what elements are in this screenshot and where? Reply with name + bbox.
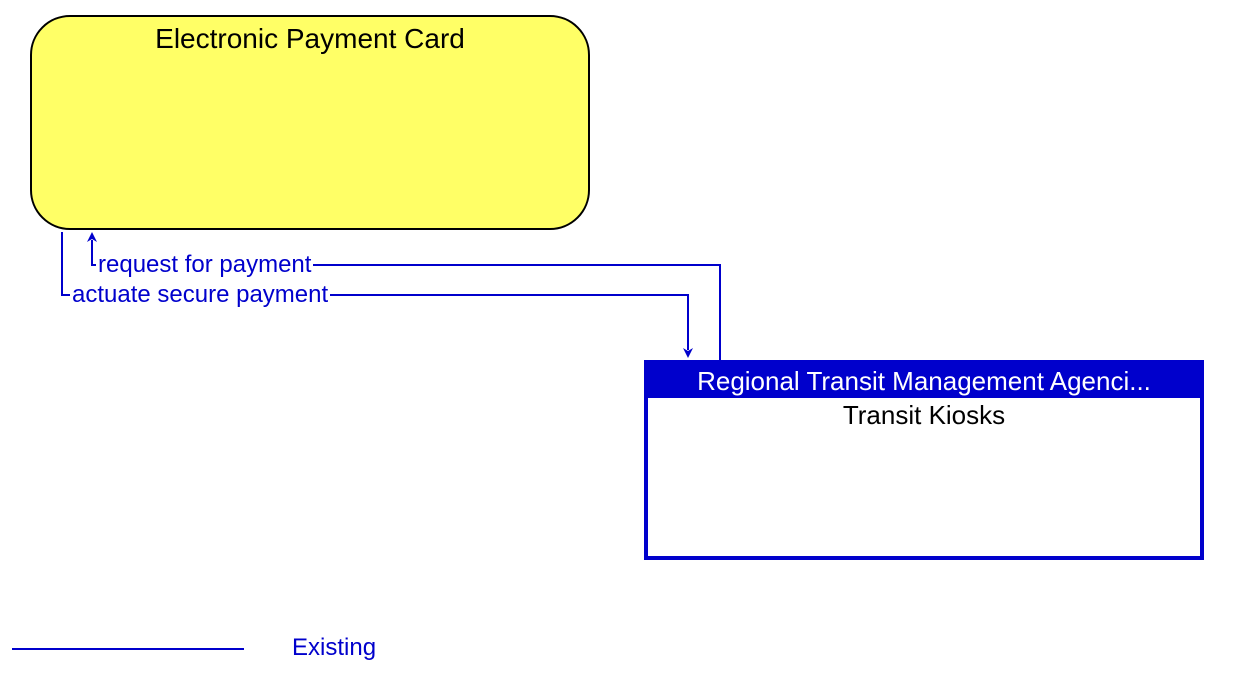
legend-line-existing — [12, 648, 244, 650]
node-electronic-payment-card[interactable]: Electronic Payment Card — [30, 15, 590, 230]
node-transit-kiosks-header: Regional Transit Management Agenci... — [648, 364, 1200, 398]
node-transit-kiosks-subtitle: Transit Kiosks — [648, 398, 1200, 431]
legend-label-existing: Existing — [292, 634, 376, 662]
node-electronic-payment-card-title: Electronic Payment Card — [32, 17, 588, 55]
edge-label-request-for-payment: request for payment — [96, 251, 313, 279]
edge-label-actuate-secure-payment: actuate secure payment — [70, 281, 330, 309]
node-transit-kiosks[interactable]: Regional Transit Management Agenci... Tr… — [644, 360, 1204, 560]
diagram-canvas: Electronic Payment Card Regional Transit… — [0, 0, 1252, 688]
